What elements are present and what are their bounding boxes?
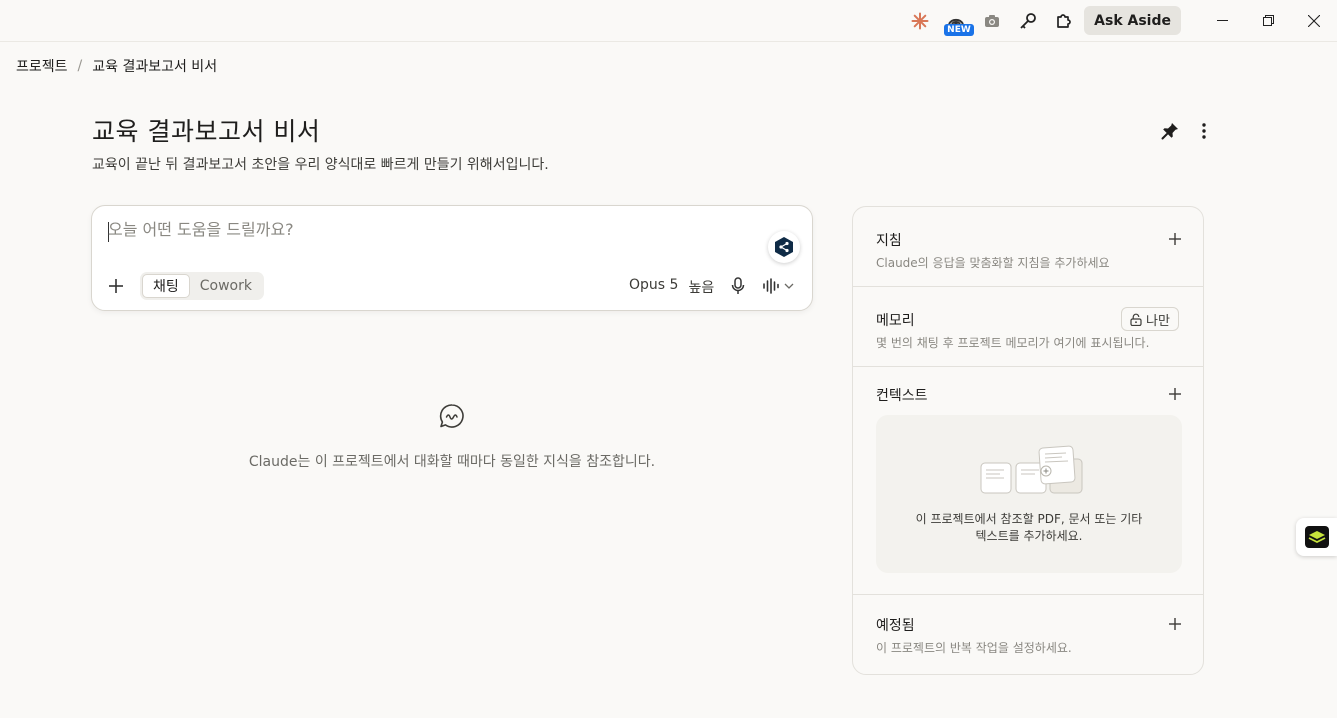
breadcrumb-root-link[interactable]: 프로젝트 — [16, 56, 68, 76]
scheduled-section: 예정됨 이 프로젝트의 반복 작업을 설정하세요. — [853, 595, 1203, 675]
microphone-icon — [731, 277, 745, 294]
ask-aside-button[interactable]: Ask Aside — [1084, 6, 1181, 35]
plus-icon — [1169, 388, 1181, 400]
memory-subtitle: 몇 번의 채팅 후 프로젝트 메모리가 여기에 표시됩니다. — [876, 336, 1150, 350]
more-vertical-icon — [1202, 123, 1206, 139]
context-drop-line-2: 텍스트를 추가하세요. — [975, 529, 1083, 543]
instructions-title: 지침 — [876, 233, 902, 249]
camera-icon[interactable] — [974, 3, 1010, 39]
plus-icon — [109, 279, 123, 293]
deepl-translate-button[interactable] — [768, 231, 800, 263]
scheduled-subtitle: 이 프로젝트의 반복 작업을 설정하세요. — [876, 641, 1072, 655]
mode-toggle: 채팅 Cowork — [140, 272, 264, 300]
key-icon[interactable] — [1010, 3, 1046, 39]
context-drop-zone[interactable]: 이 프로젝트에서 참조할 PDF, 문서 또는 기타 텍스트를 추가하세요. — [876, 415, 1182, 573]
new-badge: NEW — [944, 23, 974, 36]
memory-visibility-badge[interactable]: 나만 — [1121, 307, 1179, 331]
close-button[interactable] — [1291, 0, 1337, 42]
documents-illustration-icon — [980, 445, 1083, 494]
plus-icon — [1169, 233, 1181, 245]
deepl-icon — [775, 237, 793, 257]
model-selector[interactable]: Opus 5 높음 — [629, 277, 714, 297]
voice-mode-button[interactable] — [762, 276, 794, 296]
more-options-button[interactable] — [1192, 119, 1216, 143]
breadcrumb: 프로젝트 / 교육 결과보고서 비서 — [16, 56, 217, 76]
effort-level: 높음 — [688, 280, 715, 296]
chevron-down-icon — [784, 283, 794, 289]
stacked-layers-icon — [1304, 526, 1329, 548]
project-side-panel: 지침 Claude의 응답을 맞춤화할 지침을 추가하세요 메모리 나만 몇 번… — [852, 206, 1204, 675]
extension-new-button[interactable]: NEW — [938, 3, 974, 39]
scheduled-title: 예정됨 — [876, 618, 915, 634]
instructions-subtitle: Claude의 응답을 맞춤화할 지침을 추가하세요 — [876, 256, 1110, 270]
mode-tab-chat[interactable]: 채팅 — [142, 274, 190, 298]
context-drop-text: 이 프로젝트에서 참조할 PDF, 문서 또는 기타 텍스트를 추가하세요. — [876, 511, 1182, 545]
chat-composer: 채팅 Cowork Opus 5 높음 — [91, 205, 813, 311]
add-instructions-button[interactable] — [1165, 231, 1185, 249]
add-attachment-button[interactable] — [105, 275, 127, 297]
instructions-section: 지침 Claude의 응답을 맞춤화할 지침을 추가하세요 — [853, 207, 1203, 287]
puzzle-icon[interactable] — [1046, 3, 1082, 39]
pin-icon — [1161, 123, 1178, 140]
waveform-icon — [763, 278, 779, 294]
floating-extension-button[interactable] — [1296, 518, 1337, 556]
context-section: 컨텍스트 이 프로젝트에서 참조할 PDF, 문서 또는 기타 텍스트를 추가하… — [853, 367, 1203, 595]
add-context-button[interactable] — [1165, 386, 1185, 404]
restore-button[interactable] — [1245, 0, 1291, 42]
title-bar: NEW Ask Aside — [0, 0, 1337, 42]
breadcrumb-separator: / — [77, 58, 83, 74]
close-icon — [1308, 14, 1320, 27]
claude-spark-icon[interactable] — [902, 3, 938, 39]
pin-button[interactable] — [1158, 119, 1182, 143]
lock-icon — [1130, 313, 1142, 326]
context-drop-line-1: 이 프로젝트에서 참조할 PDF, 문서 또는 기타 — [915, 512, 1143, 526]
minimize-button[interactable] — [1199, 0, 1245, 42]
microphone-button[interactable] — [728, 276, 748, 296]
minimize-icon — [1216, 20, 1228, 21]
breadcrumb-current: 교육 결과보고서 비서 — [92, 59, 218, 75]
restore-icon — [1262, 15, 1274, 26]
chat-bubble-icon — [439, 404, 464, 428]
memory-title: 메모리 — [876, 313, 915, 329]
project-description: 교육이 끝난 뒤 결과보고서 초안을 우리 양식대로 빠르게 만들기 위해서입니… — [92, 157, 549, 173]
memory-section: 메모리 나만 몇 번의 채팅 후 프로젝트 메모리가 여기에 표시됩니다. — [853, 287, 1203, 367]
add-scheduled-button[interactable] — [1165, 616, 1185, 634]
page-title: 교육 결과보고서 비서 — [92, 117, 321, 146]
mode-tab-cowork[interactable]: Cowork — [190, 274, 262, 298]
memory-badge-label: 나만 — [1146, 313, 1170, 329]
plus-icon — [1169, 618, 1181, 630]
message-input[interactable] — [108, 220, 728, 239]
context-title: 컨텍스트 — [876, 388, 928, 404]
empty-state-text: Claude는 이 프로젝트에서 대화할 때마다 동일한 지식을 참조합니다. — [248, 454, 656, 470]
model-name: Opus 5 — [629, 277, 679, 293]
